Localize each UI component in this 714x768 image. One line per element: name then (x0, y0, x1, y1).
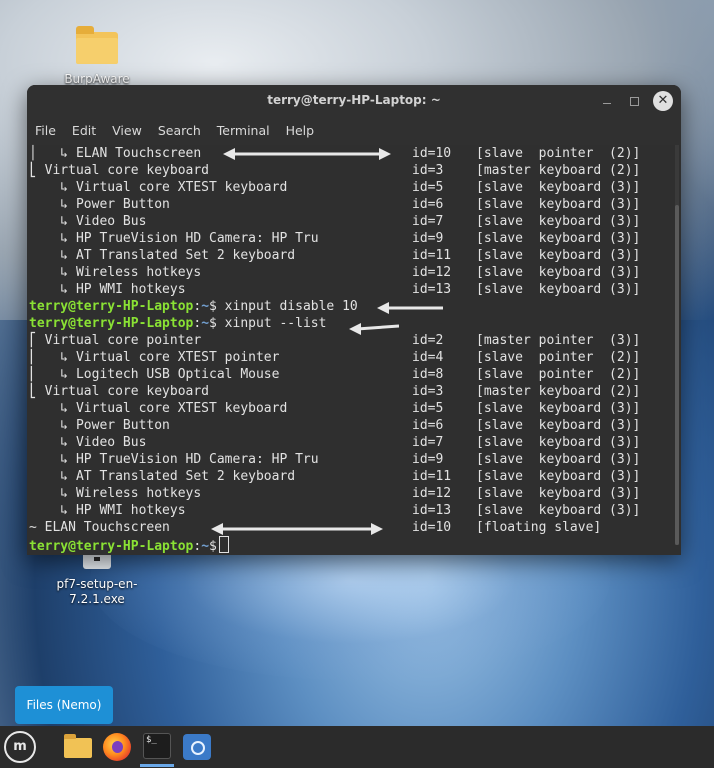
annotation-arrow-command-1 (377, 302, 443, 314)
terminal-window[interactable]: terry@terry-HP-Laptop: ~ ✕ File Edit View S… (27, 85, 681, 555)
scrollbar-thumb[interactable] (675, 205, 679, 545)
active-prompt[interactable]: terry@terry-HP-Laptop:~$ (29, 536, 229, 554)
desktop-icon-pf7-setup[interactable]: pf7-setup-en- 7.2.1.exe (47, 555, 147, 607)
close-button[interactable]: ✕ (653, 91, 673, 111)
taskbar-firefox-launcher[interactable] (100, 730, 134, 764)
titlebar[interactable]: terry@terry-HP-Laptop: ~ ✕ (27, 85, 681, 117)
firefox-icon (103, 733, 131, 761)
active-window-indicator (140, 764, 174, 767)
terminal-output[interactable]: │ ↳ ELAN Touchscreen id=10 [slave pointer … (27, 145, 681, 555)
annotation-double-arrow-1 (223, 148, 391, 160)
command-line: terry@terry-HP-Laptop:~$ xinput --list (29, 316, 327, 331)
command-line: terry@terry-HP-Laptop:~$ xinput disable … (29, 299, 358, 314)
text-cursor (218, 536, 229, 553)
menu-terminal[interactable]: Terminal (209, 117, 278, 145)
executable-icon (83, 555, 111, 569)
annotation-double-arrow-2 (211, 523, 383, 535)
mint-menu-icon[interactable]: m (4, 731, 36, 763)
terminal-icon: $_ (143, 733, 171, 759)
annotation-arrow-command-2 (349, 323, 399, 335)
minimize-button[interactable] (597, 91, 617, 111)
camera-icon (183, 734, 211, 760)
menu-edit[interactable]: Edit (64, 117, 104, 145)
menu-help[interactable]: Help (278, 117, 323, 145)
taskbar-terminal-launcher[interactable]: $_ (140, 730, 174, 767)
window-title: terry@terry-HP-Laptop: ~ (267, 93, 441, 107)
maximize-button[interactable] (624, 91, 644, 111)
desktop-icon-label: pf7-setup-en- 7.2.1.exe (56, 577, 138, 606)
desktop-icon-burpaware[interactable]: BurpAware (47, 26, 147, 87)
menu-file[interactable]: File (27, 117, 64, 145)
files-nemo-tooltip: Files (Nemo) (15, 686, 113, 724)
terminal-scrollbar[interactable] (675, 145, 679, 545)
folder-icon (64, 734, 92, 758)
taskbar-screenshot-launcher[interactable] (180, 730, 214, 764)
menubar: File Edit View Search Terminal Help (27, 117, 681, 145)
folder-icon (76, 26, 118, 64)
menu-search[interactable]: Search (150, 117, 209, 145)
menu-view[interactable]: View (104, 117, 150, 145)
taskbar-files-launcher[interactable] (60, 730, 94, 764)
taskbar: m $_ (0, 726, 714, 768)
